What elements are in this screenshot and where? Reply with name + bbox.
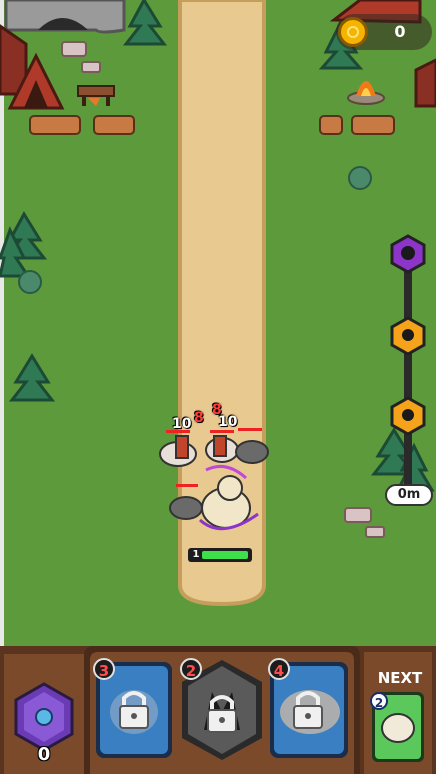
next-label: NEXT: [377, 669, 423, 687]
card-1-button[interactable]: [96, 662, 172, 758]
distance-indicator: 0m: [385, 484, 433, 506]
hero-health-bar: 1: [188, 548, 252, 562]
skull-icon: [390, 316, 426, 356]
bush: [18, 270, 42, 294]
card-3-button[interactable]: [270, 662, 348, 758]
coin-count: 0: [394, 22, 406, 41]
damage-number: 8: [194, 410, 204, 426]
coin-icon: [338, 17, 368, 47]
mana-gem: [14, 682, 74, 752]
mana-count: 0: [37, 744, 51, 765]
skull-boss-icon: [390, 234, 426, 274]
stone: [344, 507, 372, 523]
stone: [365, 526, 385, 538]
next-card-cost: 2: [370, 692, 388, 710]
table: [77, 85, 115, 106]
game-screen: 10 8 8 10 1 0 0m 0 3 2 4 NEXT 2: [0, 0, 436, 774]
damage-number: 10: [172, 416, 192, 432]
skull-icon: [390, 396, 426, 436]
card-2-button[interactable]: [182, 660, 262, 760]
stone-cave: [4, 0, 126, 34]
damage-number: 10: [218, 414, 238, 430]
stone: [61, 41, 87, 57]
hero-level: 1: [192, 549, 200, 560]
bush: [348, 166, 372, 190]
stone: [81, 61, 101, 73]
left-edge: [0, 0, 4, 652]
hero-health-fill: [202, 551, 248, 559]
